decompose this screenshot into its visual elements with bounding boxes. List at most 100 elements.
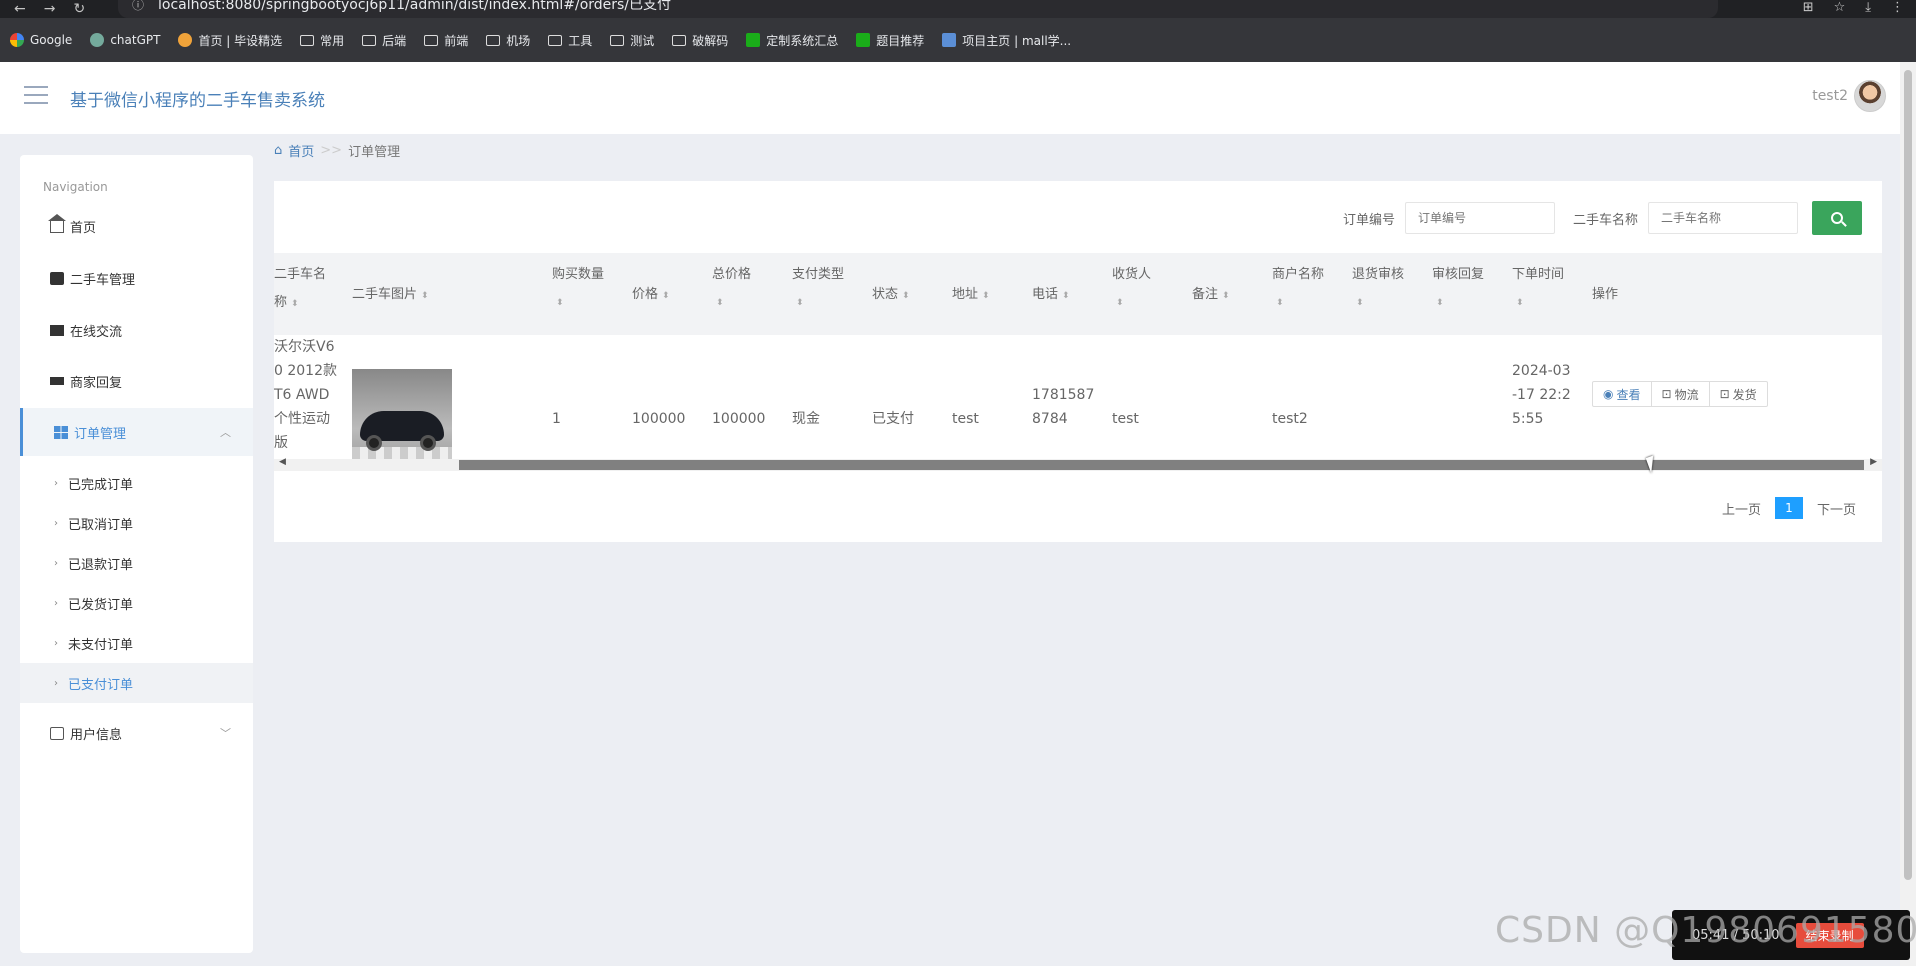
scroll-left-icon[interactable]: ◀ [279, 457, 286, 467]
ship-button[interactable]: ⊡ 发货 [1710, 382, 1767, 406]
sort-icon[interactable]: ⬍ [1436, 289, 1484, 317]
chevron-right-icon: › [54, 677, 58, 689]
back-icon[interactable]: ← [14, 1, 26, 17]
folder-icon [548, 34, 563, 46]
ship-icon: ⊡ [1719, 387, 1730, 401]
th-reply[interactable]: 审核回复 ⬍ [1432, 261, 1484, 317]
bookmark-folder[interactable]: 后端 [362, 32, 406, 49]
breadcrumb-home[interactable]: 首页 [288, 141, 314, 160]
url-text: localhost:8080/springbootyocj6p11/admin/… [158, 0, 672, 13]
sort-icon[interactable]: ⬍ [291, 299, 299, 309]
bookmark-folder[interactable]: 前端 [424, 32, 468, 49]
prev-page-button[interactable]: 上一页 [1722, 499, 1761, 518]
app-title: 基于微信小程序的二手车售卖系统 [70, 91, 325, 111]
sheet-icon [746, 33, 761, 47]
bookmark-folder[interactable]: 破解码 [672, 32, 728, 49]
browser-chrome: ← → ↻ ⓘ localhost:8080/springbootyocj6p1… [0, 0, 1916, 62]
sort-icon[interactable]: ⬍ [982, 291, 990, 301]
download-icon[interactable]: ⤓ [1865, 0, 1871, 15]
sidebar-item-orders[interactable]: 订单管理 ︿ [20, 408, 253, 456]
site-info-icon[interactable]: ⓘ [132, 0, 144, 11]
cell-quantity: 1 [552, 411, 561, 427]
th-car-image[interactable]: 二手车图片 ⬍ [352, 281, 429, 310]
bookmark-project[interactable]: 项目主页 | mall学... [942, 32, 1071, 49]
search-button[interactable] [1812, 201, 1862, 235]
bookmark-folder[interactable]: 测试 [610, 32, 654, 49]
sidebar-item-users[interactable]: 用户信息 ﹀ [20, 709, 253, 757]
sidebar-item-cars[interactable]: 二手车管理 [20, 254, 253, 302]
orders-panel: 订单编号 二手车名称 二手车名 称⬍ 二手车图片⬍ 购买数量⬍ 价格⬍ 总价格⬍… [274, 181, 1882, 542]
sidebar-item-home[interactable]: 首页 [20, 202, 253, 250]
sort-icon[interactable]: ⬍ [556, 289, 604, 317]
sort-icon[interactable]: ⬍ [796, 289, 844, 317]
username[interactable]: test2 [1812, 88, 1848, 104]
sort-icon[interactable]: ⬍ [1116, 289, 1151, 317]
bookmark-chatgpt[interactable]: chatGPT [90, 33, 160, 47]
sort-icon[interactable]: ⬍ [1062, 291, 1070, 301]
scrollbar-thumb[interactable] [1904, 70, 1912, 880]
folder-icon [610, 34, 625, 46]
logistics-button[interactable]: ⊡ 物流 [1652, 382, 1710, 406]
next-page-button[interactable]: 下一页 [1817, 499, 1856, 518]
table-horizontal-scrollbar[interactable]: ◀ ▶ [274, 457, 1882, 471]
th-consignee[interactable]: 收货人 ⬍ [1112, 261, 1151, 317]
th-price[interactable]: 价格 ⬍ [632, 281, 670, 310]
sort-icon[interactable]: ⬍ [1222, 291, 1230, 301]
th-car-name[interactable]: 二手车名 称 ⬍ [274, 261, 326, 318]
avatar[interactable] [1854, 80, 1886, 112]
th-total[interactable]: 总价格 ⬍ [712, 261, 751, 317]
row-actions: ◉ 查看 ⊡ 物流 ⊡ 发货 [1592, 381, 1768, 407]
car-name-input[interactable] [1648, 202, 1798, 234]
bookmark-folder[interactable]: 机场 [486, 32, 530, 49]
th-remark[interactable]: 备注 ⬍ [1192, 281, 1230, 310]
star-icon[interactable]: ☆ [1834, 0, 1846, 15]
car-thumbnail[interactable] [352, 369, 452, 469]
order-no-input[interactable] [1404, 202, 1555, 234]
page-vertical-scrollbar[interactable] [1900, 62, 1916, 966]
th-phone[interactable]: 电话 ⬍ [1032, 281, 1070, 310]
sidebar-subitem-paid[interactable]: › 已支付订单 [20, 663, 253, 703]
th-time[interactable]: 下单时间 ⬍ [1512, 261, 1564, 317]
page-1-button[interactable]: 1 [1774, 497, 1803, 519]
chevron-right-icon: › [54, 477, 58, 489]
sort-icon[interactable]: ⬍ [421, 291, 429, 301]
sidebar-subitem-refunded[interactable]: › 已退款订单 [20, 543, 253, 583]
th-refund[interactable]: 退货审核 ⬍ [1352, 261, 1404, 317]
sidebar-item-reply[interactable]: 商家回复 [20, 357, 253, 405]
bookmark-folder[interactable]: 常用 [300, 32, 344, 49]
sidebar-subitem-cancelled[interactable]: › 已取消订单 [20, 503, 253, 543]
th-quantity[interactable]: 购买数量 ⬍ [552, 261, 604, 317]
breadcrumb-separator: >> [320, 143, 343, 158]
sidebar-item-chat[interactable]: 在线交流 [20, 306, 253, 354]
sort-icon[interactable]: ⬍ [1516, 289, 1564, 317]
forward-icon[interactable]: → [44, 1, 56, 17]
th-paytype[interactable]: 支付类型 ⬍ [792, 261, 844, 317]
th-address[interactable]: 地址 ⬍ [952, 281, 990, 310]
scroll-right-icon[interactable]: ▶ [1870, 457, 1877, 467]
sort-icon[interactable]: ⬍ [1356, 289, 1404, 317]
reload-icon[interactable]: ↻ [73, 1, 85, 17]
sort-icon[interactable]: ⬍ [716, 289, 751, 317]
bookmark-google[interactable]: Google [10, 33, 72, 47]
cell-price: 100000 [632, 411, 686, 427]
sort-icon[interactable]: ⬍ [1276, 289, 1324, 317]
bookmark-sheet[interactable]: 题目推荐 [856, 32, 924, 49]
folder-icon [362, 34, 377, 46]
th-status[interactable]: 状态 ⬍ [872, 281, 910, 310]
bookmark-folder[interactable]: 工具 [548, 32, 592, 49]
sidebar-subitem-shipped[interactable]: › 已发货订单 [20, 583, 253, 623]
cell-address: test [952, 411, 979, 427]
menu-toggle-icon[interactable] [24, 86, 48, 106]
sort-icon[interactable]: ⬍ [902, 291, 910, 301]
extension-icon[interactable]: ⊞ [1803, 0, 1814, 15]
view-button[interactable]: ◉ 查看 [1593, 382, 1652, 406]
th-merchant[interactable]: 商户名称 ⬍ [1272, 261, 1324, 317]
chevron-right-icon: › [54, 517, 58, 529]
sidebar-subitem-completed[interactable]: › 已完成订单 [20, 463, 253, 503]
bookmark-sheet[interactable]: 定制系统汇总 [746, 32, 838, 49]
sort-icon[interactable]: ⬍ [662, 291, 670, 301]
address-bar[interactable]: ⓘ localhost:8080/springbootyocj6p11/admi… [118, 0, 1718, 18]
more-icon[interactable]: ⋮ [1891, 0, 1904, 15]
bookmark-home[interactable]: 首页 | 毕设精选 [178, 32, 282, 49]
sidebar-subitem-unpaid[interactable]: › 未支付订单 [20, 623, 253, 663]
